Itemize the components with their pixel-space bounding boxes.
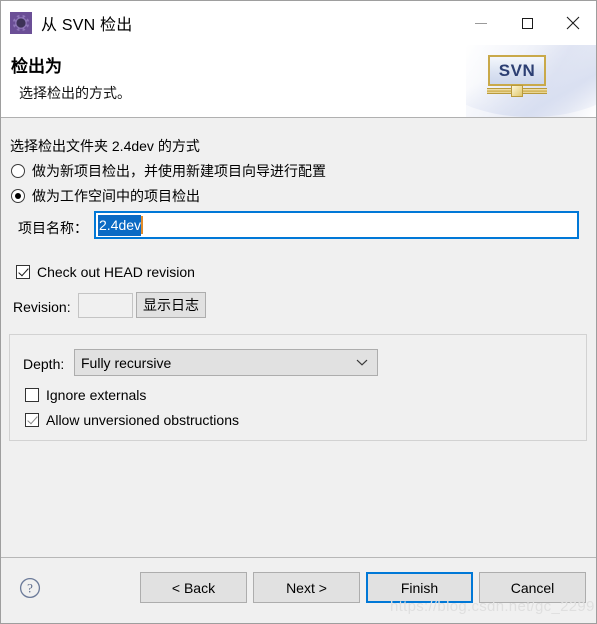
dialog-body: 选择检出文件夹 2.4dev 的方式 做为新项目检出，并使用新建项目向导进行配置… xyxy=(1,118,596,557)
maximize-icon xyxy=(521,17,533,29)
checkbox-allow-unversioned-obstructions-indicator xyxy=(25,413,39,427)
checkbox-ignore-externals[interactable]: Ignore externals xyxy=(25,387,146,403)
radio-workspace-project-indicator xyxy=(11,189,25,203)
wizard-buttons: < Back Next > Finish Cancel xyxy=(140,572,586,603)
close-icon xyxy=(566,16,580,30)
show-log-button[interactable]: 显示日志 xyxy=(136,292,206,318)
text-caret xyxy=(141,216,144,234)
depth-select[interactable]: Fully recursive xyxy=(74,349,378,376)
depth-group: Depth: Fully recursive Ignore externals … xyxy=(9,334,587,441)
dialog-footer: ? < Back Next > Finish Cancel xyxy=(1,557,596,623)
project-name-input[interactable]: 2.4dev xyxy=(94,211,579,239)
show-log-button-label: 显示日志 xyxy=(143,297,199,313)
svg-text:?: ? xyxy=(27,581,33,596)
wizard-header: 检出为 选择检出的方式。 SVN xyxy=(1,45,596,118)
radio-new-project-label: 做为新项目检出，并使用新建项目向导进行配置 xyxy=(32,163,326,179)
svn-logo-icon: SVN xyxy=(487,55,547,97)
project-name-value: 2.4dev xyxy=(98,214,142,236)
page-subtitle: 选择检出的方式。 xyxy=(19,85,131,101)
radio-workspace-project-label: 做为工作空间中的项目检出 xyxy=(32,188,200,204)
project-name-label: 项目名称： xyxy=(18,220,88,236)
checkbox-ignore-externals-label: Ignore externals xyxy=(46,387,147,403)
minimize-button[interactable] xyxy=(458,1,504,45)
checkbox-allow-unversioned-obstructions[interactable]: Allow unversioned obstructions xyxy=(25,412,239,428)
checkbox-allow-unversioned-obstructions-label: Allow unversioned obstructions xyxy=(46,412,239,428)
svn-logo-plate: SVN xyxy=(488,55,546,86)
minimize-icon xyxy=(475,22,487,24)
svn-gear-icon xyxy=(10,12,32,34)
depth-label: Depth: xyxy=(23,356,65,372)
depth-select-value: Fully recursive xyxy=(81,354,172,371)
checkout-prompt: 选择检出文件夹 2.4dev 的方式 xyxy=(10,138,200,154)
checkbox-head-revision-label: Check out HEAD revision xyxy=(37,264,195,280)
chevron-down-icon xyxy=(356,359,368,366)
finish-button-label: Finish xyxy=(400,579,439,596)
maximize-button[interactable] xyxy=(504,1,550,45)
cancel-button-label: Cancel xyxy=(510,579,555,596)
help-icon: ? xyxy=(19,577,41,599)
back-button[interactable]: < Back xyxy=(140,572,247,603)
revision-input[interactable] xyxy=(78,293,133,318)
page-title: 检出为 xyxy=(11,57,62,76)
radio-new-project[interactable]: 做为新项目检出，并使用新建项目向导进行配置 xyxy=(11,161,326,181)
cancel-button[interactable]: Cancel xyxy=(479,572,586,603)
svn-logo-text: SVN xyxy=(498,61,536,80)
finish-button[interactable]: Finish xyxy=(366,572,473,603)
window-title: 从 SVN 检出 xyxy=(41,17,133,34)
radio-new-project-indicator xyxy=(11,164,25,178)
next-button-label: Next > xyxy=(286,579,327,596)
title-bar: 从 SVN 检出 xyxy=(1,1,596,45)
svn-logo-knob xyxy=(511,85,523,97)
next-button[interactable]: Next > xyxy=(253,572,360,603)
window-controls xyxy=(458,1,596,45)
radio-workspace-project[interactable]: 做为工作空间中的项目检出 xyxy=(11,186,200,206)
revision-label: Revision: xyxy=(13,299,71,315)
checkbox-head-revision[interactable]: Check out HEAD revision xyxy=(16,264,195,280)
back-button-label: < Back xyxy=(171,579,216,596)
help-button[interactable]: ? xyxy=(19,577,41,599)
close-button[interactable] xyxy=(550,1,596,45)
header-banner: SVN xyxy=(466,45,596,117)
checkout-as-dialog: 从 SVN 检出 检出为 选择检出的方式。 SVN 选择检出文件夹 2.4dev… xyxy=(0,0,597,624)
checkbox-head-revision-indicator xyxy=(16,265,30,279)
checkbox-ignore-externals-indicator xyxy=(25,388,39,402)
